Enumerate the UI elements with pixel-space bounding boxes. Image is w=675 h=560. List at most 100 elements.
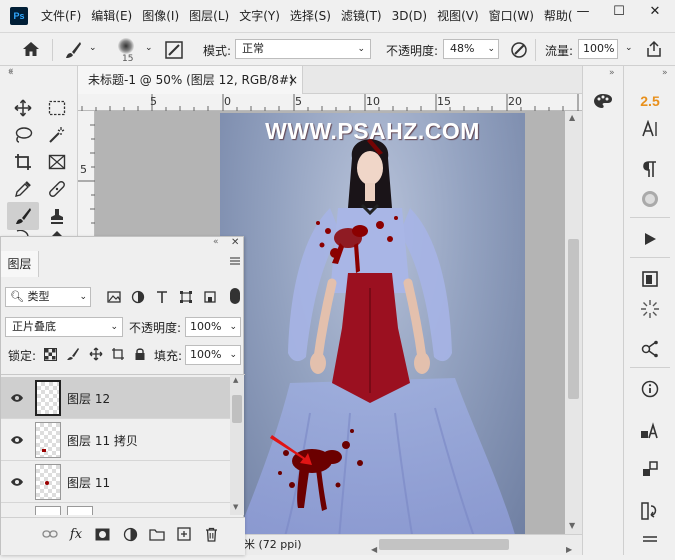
layer-row[interactable]: 图层 11 拷贝	[1, 419, 230, 461]
new-adjustment-layer-icon[interactable]	[121, 525, 139, 543]
close-tab-icon[interactable]: ×	[288, 66, 298, 94]
menu-3d[interactable]: 3D(D)	[387, 0, 432, 32]
filter-type-icon[interactable]	[153, 288, 171, 306]
more-panels-icon[interactable]	[624, 528, 675, 553]
layer-row[interactable]: 图层 12	[1, 377, 230, 419]
scroll-down-icon[interactable]: ▼	[233, 503, 238, 511]
filter-adjustment-icon[interactable]	[129, 288, 147, 306]
menu-window[interactable]: 窗口(W)	[484, 0, 539, 32]
adjustments-panel-icon[interactable]	[624, 294, 675, 324]
filter-toggle-switch[interactable]	[230, 288, 240, 304]
pressure-opacity-icon[interactable]	[509, 40, 529, 60]
stamp-tool-icon[interactable]	[44, 204, 70, 228]
document-tab[interactable]: 未标题-1 @ 50% (图层 12, RGB/8#) * ×	[78, 66, 303, 115]
share-icon[interactable]	[645, 40, 663, 58]
eyedropper-tool-icon[interactable]	[10, 177, 36, 201]
menu-type[interactable]: 文字(Y)	[234, 0, 285, 32]
link-layers-icon[interactable]	[41, 525, 59, 543]
color-palette-icon[interactable]	[593, 92, 613, 110]
menu-view[interactable]: 视图(V)	[432, 0, 484, 32]
marquee-tool-icon[interactable]	[44, 96, 70, 120]
scroll-up-icon[interactable]: ▲	[569, 113, 575, 122]
scrollbar-thumb[interactable]	[568, 239, 579, 399]
move-tool-icon[interactable]	[10, 96, 36, 120]
lock-artboard-icon[interactable]	[109, 345, 127, 363]
opacity-input[interactable]: 48% ⌄	[443, 39, 499, 59]
play-actions-icon[interactable]	[624, 224, 675, 254]
delete-layer-icon[interactable]	[202, 525, 220, 543]
close-button[interactable]: ✕	[637, 0, 673, 22]
frame-tool-icon[interactable]	[44, 150, 70, 174]
lock-image-pixels-icon[interactable]	[64, 345, 82, 363]
collapse-icon[interactable]: «	[8, 66, 14, 76]
lock-transparency-icon[interactable]	[41, 345, 59, 363]
menu-edit[interactable]: 编辑(E)	[86, 0, 137, 32]
menu-filter[interactable]: 滤镜(T)	[336, 0, 387, 32]
filter-pixel-icon[interactable]	[105, 288, 123, 306]
crop-tool-icon[interactable]	[10, 150, 36, 174]
chevron-down-icon[interactable]: ⌄	[145, 43, 153, 53]
panel-menu-icon[interactable]	[229, 256, 241, 266]
home-icon[interactable]	[22, 41, 40, 57]
add-mask-icon[interactable]	[93, 525, 111, 543]
horizontal-scrollbar-thumb[interactable]	[379, 539, 509, 550]
paragraph-panel-icon[interactable]	[624, 154, 675, 184]
lock-all-icon[interactable]	[131, 345, 149, 363]
tab-layers[interactable]: 图层	[1, 251, 39, 277]
layer-row[interactable]: 图层 11	[1, 461, 230, 503]
scroll-down-icon[interactable]: ▼	[569, 521, 575, 530]
scroll-left-icon[interactable]: ◀	[371, 540, 377, 560]
mode-select[interactable]: 正常 ⌄	[235, 39, 371, 59]
document-image[interactable]: WWW.PSAHZ.COM	[220, 113, 525, 541]
new-layer-icon[interactable]	[175, 525, 193, 543]
chevron-down-icon: ⌄	[79, 292, 87, 302]
text-layer-icon[interactable]	[624, 416, 675, 446]
lock-position-icon[interactable]	[87, 345, 105, 363]
scroll-right-icon[interactable]: ▶	[566, 540, 572, 560]
layer-filter-select[interactable]: 🔍︎ 类型 ⌄	[5, 287, 91, 307]
layer-opacity-input[interactable]: 100% ⌄	[185, 317, 241, 337]
collapse-icon[interactable]: »	[662, 68, 668, 78]
eye-icon[interactable]	[10, 391, 24, 405]
close-panel-icon[interactable]: ✕	[231, 237, 239, 248]
vertical-scrollbar[interactable]: ▲ ▼	[565, 111, 582, 541]
glyphs-panel-icon[interactable]	[624, 184, 675, 214]
history-panel-icon[interactable]	[624, 496, 675, 526]
layer-effects-button[interactable]: fx	[67, 525, 85, 543]
menu-layer[interactable]: 图层(L)	[184, 0, 234, 32]
swatches-panel-icon[interactable]	[624, 454, 675, 484]
info-panel-icon[interactable]	[624, 374, 675, 404]
brush-preview-icon[interactable]	[118, 38, 134, 54]
library-panel-icon[interactable]	[624, 264, 675, 294]
restore-button[interactable]: ☐	[601, 0, 637, 22]
paths-panel-icon[interactable]	[624, 334, 675, 364]
flow-input[interactable]: 100%	[578, 39, 618, 59]
flow-label: 流量:	[545, 44, 574, 58]
menu-select[interactable]: 选择(S)	[285, 0, 336, 32]
magic-wand-icon[interactable]	[44, 123, 70, 147]
fill-input[interactable]: 100% ⌄	[185, 345, 241, 365]
scroll-up-icon[interactable]: ▲	[233, 376, 238, 384]
collapse-icon[interactable]: »	[609, 68, 615, 78]
filter-smart-object-icon[interactable]	[201, 288, 219, 306]
new-group-icon[interactable]	[148, 525, 166, 543]
menu-image[interactable]: 图像(I)	[137, 0, 184, 32]
chevron-down-icon[interactable]: ⌄	[625, 43, 633, 53]
healing-brush-icon[interactable]	[44, 177, 70, 201]
blend-mode-select[interactable]: 正片叠底 ⌄	[5, 317, 123, 337]
eye-icon[interactable]	[10, 475, 24, 489]
ruler-label: 10	[366, 95, 380, 108]
menu-file[interactable]: 文件(F)	[36, 0, 86, 32]
scrollbar-thumb[interactable]	[232, 395, 242, 423]
brush-tool-button[interactable]	[7, 202, 39, 230]
brush-tool-icon[interactable]	[63, 40, 83, 60]
chevron-down-icon[interactable]: ⌄	[89, 43, 97, 53]
collapse-icon[interactable]: «	[213, 237, 219, 247]
lasso-tool-icon[interactable]	[10, 123, 36, 147]
filter-shape-icon[interactable]	[177, 288, 195, 306]
eye-icon[interactable]	[10, 433, 24, 447]
layers-scrollbar[interactable]: ▲ ▼	[230, 375, 244, 515]
character-panel-icon[interactable]	[624, 114, 675, 144]
minimize-button[interactable]: —	[565, 0, 601, 22]
brush-settings-icon[interactable]	[164, 40, 184, 60]
